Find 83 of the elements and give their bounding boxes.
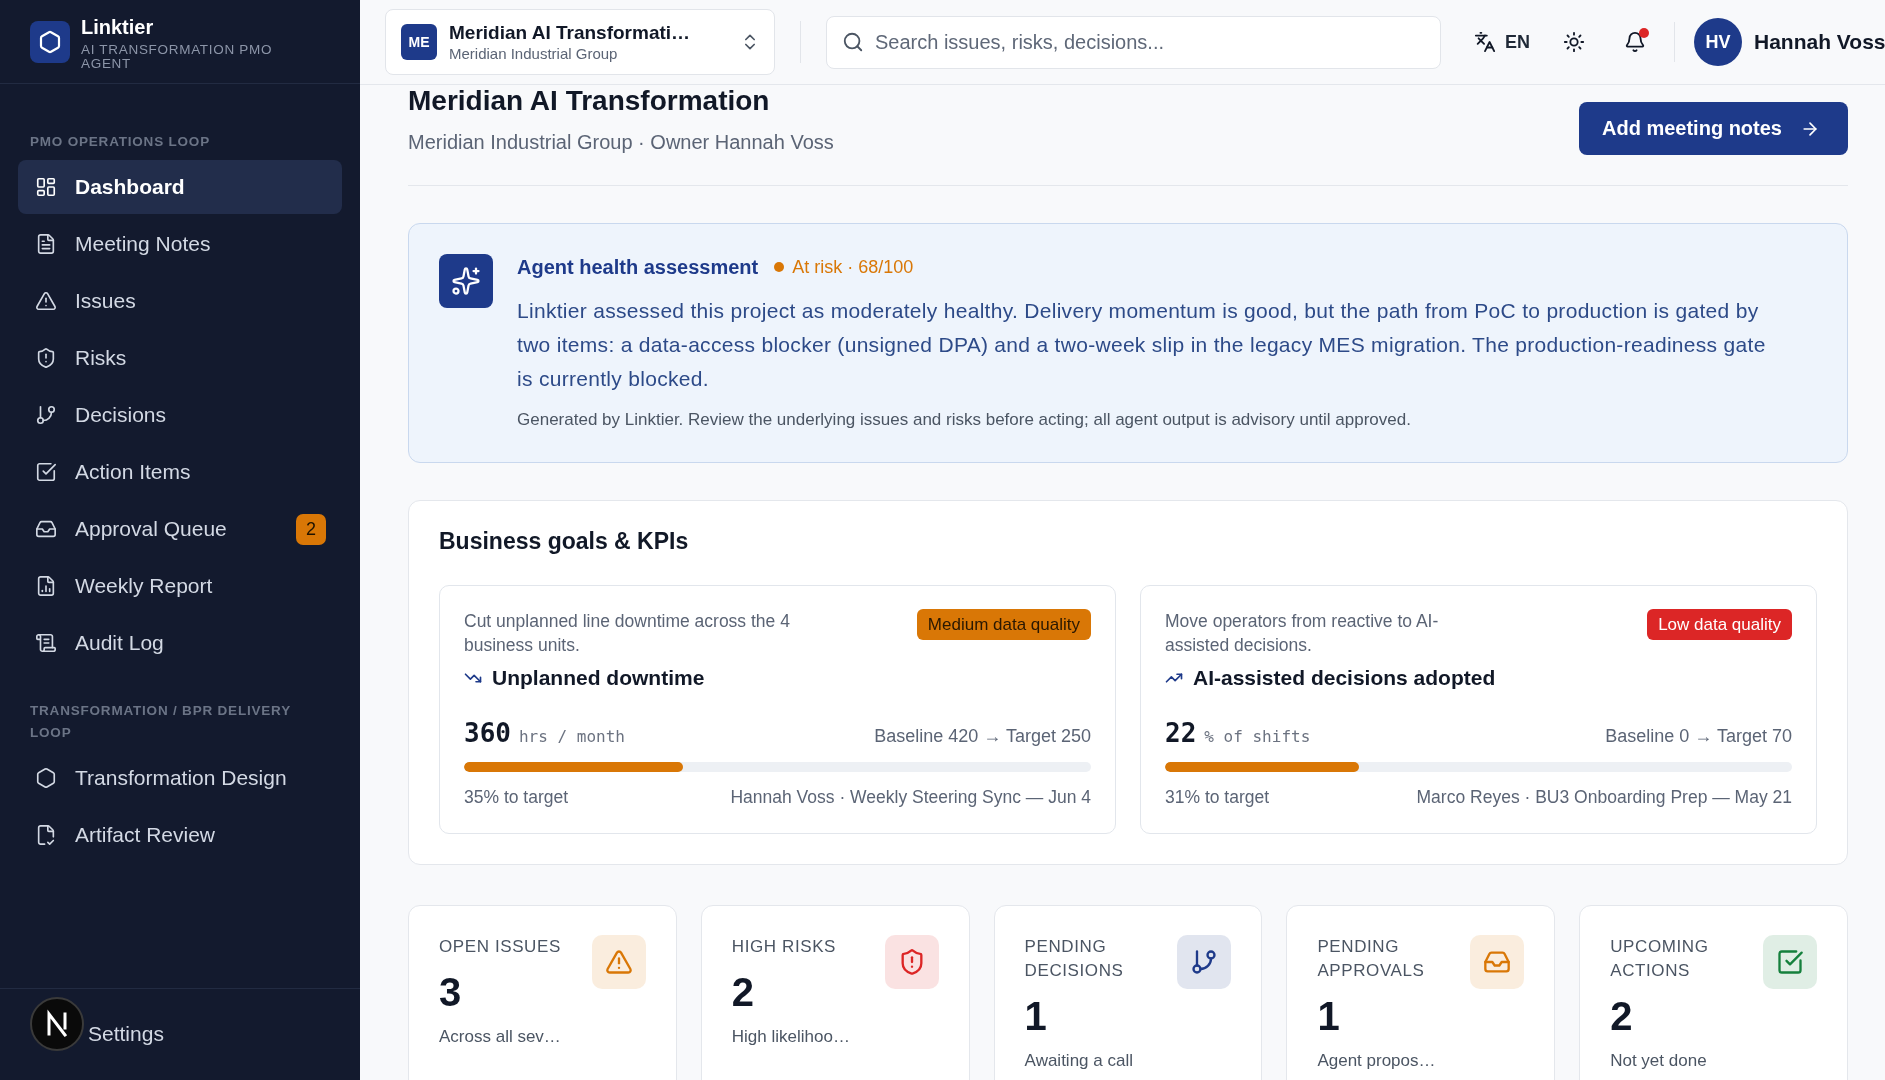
warning-triangle-icon bbox=[35, 290, 57, 312]
count-badge: 2 bbox=[296, 513, 326, 545]
project-name: Meridian AI Transformati… bbox=[449, 21, 692, 45]
project-org: Meridian Industrial Group bbox=[449, 45, 619, 63]
scroll-icon bbox=[35, 632, 57, 654]
stat-value: 1 bbox=[1317, 994, 1340, 1038]
document-check-icon bbox=[35, 824, 57, 846]
sidebar-item[interactable]: Decisions bbox=[18, 388, 342, 442]
kpi-value: 360 bbox=[464, 718, 511, 748]
kpi-source: Marco Reyes · BU3 Onboarding Prep — May 21 bbox=[1416, 786, 1792, 809]
kpi-source: Hannah Voss · Weekly Steering Sync — Jun 4 bbox=[730, 786, 1091, 809]
stat-value: 2 bbox=[731, 970, 755, 1014]
progress-text: 31% to target bbox=[1165, 786, 1270, 809]
add-meeting-notes-button[interactable]: Add meeting notes bbox=[1579, 102, 1848, 155]
brand-name: Linktier bbox=[81, 15, 155, 39]
goal-description: Cut unplanned line downtime across the 4 business units. bbox=[464, 610, 791, 657]
sidebar-item[interactable]: Transformation Design bbox=[18, 751, 342, 805]
health-title: Agent health assessment bbox=[517, 255, 759, 280]
kpi-unit: hrs / month bbox=[518, 727, 625, 746]
stat-value: 2 bbox=[1610, 994, 1633, 1038]
user-name[interactable]: Hannah Voss bbox=[1754, 30, 1885, 54]
user-avatar[interactable]: HV bbox=[1694, 18, 1742, 66]
project-avatar: ME bbox=[401, 24, 437, 60]
page-subtitle: Meridian Industrial Group · Owner Hannah Voss bbox=[408, 130, 834, 155]
stat-note: Awaiting a call bbox=[1024, 1050, 1133, 1072]
sidebar-item[interactable]: Action Items bbox=[18, 445, 342, 499]
sidebar-item[interactable]: Artifact Review bbox=[18, 808, 342, 862]
n-logo-badge-icon[interactable] bbox=[30, 997, 84, 1051]
stat-note: Across all sev… bbox=[439, 1026, 561, 1048]
branch-icon bbox=[35, 404, 57, 426]
dashboard-grid-icon bbox=[35, 176, 57, 198]
data-quality-badge: Low data quality bbox=[1647, 609, 1792, 640]
stat-value: 3 bbox=[439, 970, 462, 1014]
stat-label: HIGH RISKS bbox=[731, 936, 837, 958]
sidebar-item[interactable]: Issues bbox=[18, 274, 342, 328]
stat-label: OPEN ISSUES bbox=[439, 936, 561, 958]
goal-description: Move operators from reactive to AI-assisted decisions. bbox=[1165, 610, 1440, 657]
kpi-unit: % of shifts bbox=[1204, 727, 1311, 746]
hexagon-logo-icon bbox=[30, 21, 70, 63]
notification-bell-icon[interactable] bbox=[1624, 31, 1646, 53]
sidebar-item[interactable]: Audit Log bbox=[18, 616, 342, 670]
brand-tagline: AI TRANSFORMATION PMO AGENT bbox=[81, 43, 274, 71]
kpi-name: Unplanned downtime bbox=[492, 665, 705, 691]
data-quality-badge: Medium data quality bbox=[916, 609, 1091, 640]
stat-note: Agent propos… bbox=[1317, 1050, 1436, 1072]
kpi-name: AI-assisted decisions adopted bbox=[1193, 665, 1496, 691]
health-summary: Linktier assessed this project as moderately healthy. Delivery momentum is good, but the path from PoC to production is gated by two items: a data-access blocker (unsigned DPA) and a two-week slip in the legacy MES migration. The production-readiness gate is currently blocked. bbox=[517, 298, 1767, 392]
hexagon-icon bbox=[35, 767, 57, 789]
sidebar-item[interactable]: Dashboard bbox=[18, 160, 342, 214]
page-title: Meridian AI Transformation bbox=[408, 85, 771, 117]
settings-link[interactable]: Settings bbox=[88, 1022, 164, 1046]
search-field[interactable]: Search issues, risks, decisions... bbox=[826, 15, 1441, 69]
nav-section-label: TRANSFORMATION / BPR DELIVERY LOOP bbox=[29, 702, 292, 742]
stat-label: PENDING DECISIONS bbox=[1024, 936, 1125, 982]
document-icon bbox=[35, 233, 57, 255]
search-icon bbox=[842, 30, 864, 53]
health-disclaimer: Generated by Linktier. Review the underlying issues and risks before acting; all agent output is advisory until approved. bbox=[517, 409, 1412, 431]
stat-label: PENDING APPROVALS bbox=[1317, 936, 1426, 982]
sidebar-item[interactable]: Approval Queue 2 bbox=[18, 502, 342, 556]
kpi-baseline-target: Baseline 0 → Target 70 bbox=[1605, 726, 1792, 747]
shield-alert-icon bbox=[35, 347, 57, 369]
stat-note: Not yet done bbox=[1610, 1050, 1707, 1072]
stat-value: 1 bbox=[1024, 994, 1047, 1038]
nav-section-label: PMO OPERATIONS LOOP bbox=[29, 133, 211, 151]
project-switcher[interactable]: ME Meridian AI Transformati… Meridian Industrial Group bbox=[385, 9, 775, 75]
checkbox-icon bbox=[35, 461, 57, 483]
translate-icon bbox=[1474, 31, 1496, 53]
chart-document-icon bbox=[35, 575, 57, 597]
kpi-panel-title: Business goals & KPIs bbox=[439, 527, 690, 556]
inbox-icon bbox=[35, 518, 57, 540]
health-status: At risk · 68/100 bbox=[792, 256, 914, 278]
sidebar-item[interactable]: Risks bbox=[18, 331, 342, 385]
sidebar-item[interactable]: Meeting Notes bbox=[18, 217, 342, 271]
stat-label: UPCOMING ACTIONS bbox=[1610, 936, 1710, 982]
status-dot-icon bbox=[774, 262, 785, 272]
stat-note: High likelihoo… bbox=[731, 1026, 850, 1048]
language-button[interactable]: EN bbox=[1474, 31, 1530, 53]
sparkle-icon bbox=[439, 254, 493, 308]
progress-text: 35% to target bbox=[464, 786, 569, 809]
sun-icon[interactable] bbox=[1563, 31, 1585, 53]
sidebar-item[interactable]: Weekly Report bbox=[18, 559, 342, 613]
kpi-baseline-target: Baseline 420 → Target 250 bbox=[874, 726, 1091, 747]
kpi-value: 22 bbox=[1165, 718, 1197, 748]
